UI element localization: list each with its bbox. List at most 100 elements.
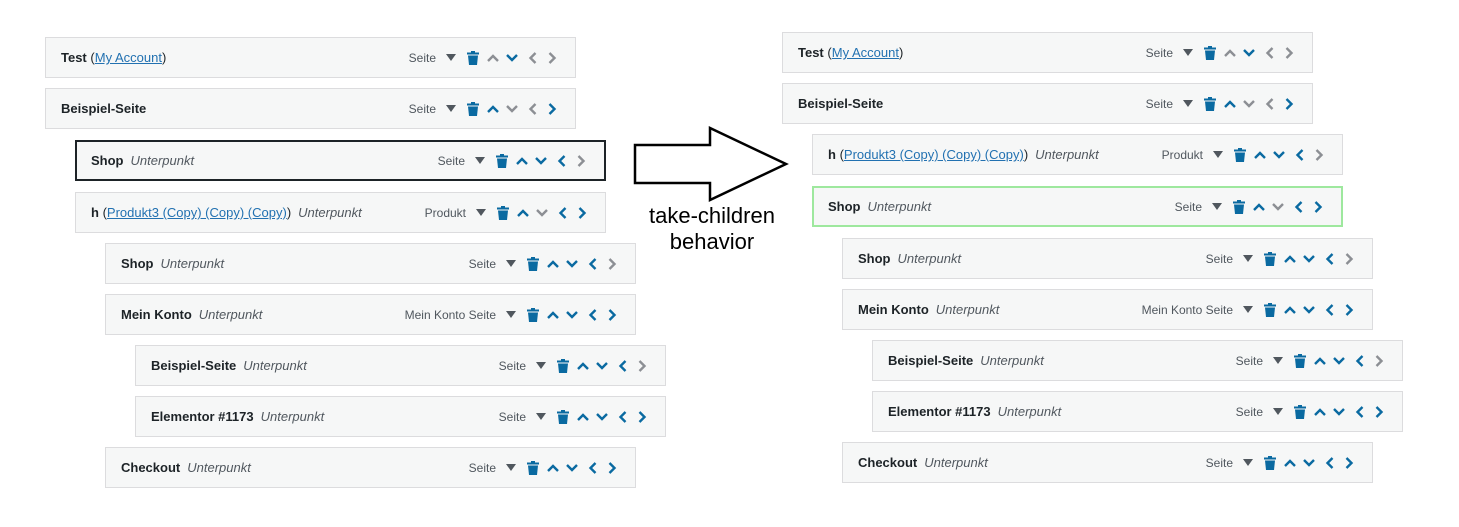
triangle-down-icon[interactable]: [1242, 459, 1254, 466]
trash-icon[interactable]: [1264, 455, 1277, 470]
chevron-down-icon[interactable]: [502, 102, 521, 116]
menu-item-row[interactable]: Beispiel-Seite Unterpunkt Seite: [872, 340, 1403, 381]
chevron-left-icon[interactable]: [1260, 97, 1279, 111]
chevron-right-icon[interactable]: [1308, 200, 1327, 214]
menu-item-row[interactable]: Test (My Account) Seite: [45, 37, 576, 78]
triangle-down-icon[interactable]: [505, 464, 517, 471]
triangle-down-icon[interactable]: [535, 362, 547, 369]
menu-item-row[interactable]: Shop Unterpunkt Seite: [105, 243, 636, 284]
triangle-down-icon[interactable]: [505, 311, 517, 318]
chevron-right-icon[interactable]: [572, 206, 591, 220]
menu-item-row[interactable]: Test (My Account) Seite: [782, 32, 1313, 73]
chevron-right-icon[interactable]: [542, 102, 561, 116]
trash-icon[interactable]: [527, 307, 540, 322]
trash-icon[interactable]: [467, 101, 480, 116]
chevron-down-icon[interactable]: [1329, 405, 1348, 419]
trash-icon[interactable]: [1264, 302, 1277, 317]
menu-item-link[interactable]: Produkt3 (Copy) (Copy) (Copy): [107, 205, 287, 220]
chevron-up-icon[interactable]: [483, 51, 502, 65]
trash-icon[interactable]: [1204, 96, 1217, 111]
chevron-left-icon[interactable]: [613, 410, 632, 424]
chevron-left-icon[interactable]: [1320, 252, 1339, 266]
chevron-down-icon[interactable]: [1299, 303, 1318, 317]
trash-icon[interactable]: [1204, 45, 1217, 60]
chevron-right-icon[interactable]: [542, 51, 561, 65]
chevron-up-icon[interactable]: [573, 410, 592, 424]
chevron-right-icon[interactable]: [632, 410, 651, 424]
chevron-down-icon[interactable]: [1268, 200, 1287, 214]
chevron-up-icon[interactable]: [513, 206, 532, 220]
chevron-up-icon[interactable]: [543, 308, 562, 322]
chevron-right-icon[interactable]: [602, 257, 621, 271]
triangle-down-icon[interactable]: [445, 105, 457, 112]
menu-item-row[interactable]: h (Produkt3 (Copy) (Copy) (Copy)) Unterp…: [75, 192, 606, 233]
chevron-left-icon[interactable]: [1260, 46, 1279, 60]
chevron-down-icon[interactable]: [1239, 97, 1258, 111]
chevron-down-icon[interactable]: [562, 461, 581, 475]
chevron-up-icon[interactable]: [1220, 46, 1239, 60]
triangle-down-icon[interactable]: [1242, 306, 1254, 313]
chevron-left-icon[interactable]: [1320, 303, 1339, 317]
chevron-up-icon[interactable]: [1220, 97, 1239, 111]
trash-icon[interactable]: [496, 153, 509, 168]
trash-icon[interactable]: [1294, 404, 1307, 419]
chevron-right-icon[interactable]: [632, 359, 651, 373]
chevron-right-icon[interactable]: [1279, 46, 1298, 60]
chevron-up-icon[interactable]: [1280, 456, 1299, 470]
triangle-down-icon[interactable]: [1272, 357, 1284, 364]
trash-icon[interactable]: [497, 205, 510, 220]
menu-item-row[interactable]: Checkout Unterpunkt Seite: [842, 442, 1373, 483]
trash-icon[interactable]: [557, 409, 570, 424]
chevron-left-icon[interactable]: [523, 102, 542, 116]
chevron-left-icon[interactable]: [583, 308, 602, 322]
trash-icon[interactable]: [1234, 147, 1247, 162]
chevron-down-icon[interactable]: [531, 154, 550, 168]
chevron-right-icon[interactable]: [602, 308, 621, 322]
chevron-up-icon[interactable]: [512, 154, 531, 168]
chevron-left-icon[interactable]: [1320, 456, 1339, 470]
chevron-left-icon[interactable]: [1290, 148, 1309, 162]
chevron-left-icon[interactable]: [613, 359, 632, 373]
chevron-down-icon[interactable]: [502, 51, 521, 65]
chevron-right-icon[interactable]: [1339, 303, 1358, 317]
chevron-up-icon[interactable]: [543, 461, 562, 475]
chevron-up-icon[interactable]: [543, 257, 562, 271]
triangle-down-icon[interactable]: [1211, 203, 1223, 210]
chevron-down-icon[interactable]: [1299, 456, 1318, 470]
menu-item-link[interactable]: Produkt3 (Copy) (Copy) (Copy): [844, 147, 1024, 162]
menu-item-row[interactable]: Beispiel-Seite Seite: [45, 88, 576, 129]
trash-icon[interactable]: [527, 256, 540, 271]
chevron-left-icon[interactable]: [1350, 405, 1369, 419]
chevron-up-icon[interactable]: [483, 102, 502, 116]
chevron-left-icon[interactable]: [552, 154, 571, 168]
chevron-up-icon[interactable]: [1280, 252, 1299, 266]
chevron-left-icon[interactable]: [523, 51, 542, 65]
chevron-down-icon[interactable]: [562, 257, 581, 271]
chevron-left-icon[interactable]: [1350, 354, 1369, 368]
menu-item-row[interactable]: Beispiel-Seite Seite: [782, 83, 1313, 124]
menu-item-row[interactable]: Mein Konto Unterpunkt Mein Konto Seite: [842, 289, 1373, 330]
triangle-down-icon[interactable]: [475, 209, 487, 216]
trash-icon[interactable]: [1233, 199, 1246, 214]
menu-item-row-selected[interactable]: Shop Unterpunkt Seite: [75, 140, 606, 181]
trash-icon[interactable]: [467, 50, 480, 65]
chevron-left-icon[interactable]: [583, 257, 602, 271]
chevron-up-icon[interactable]: [1249, 200, 1268, 214]
menu-item-link[interactable]: My Account: [832, 45, 899, 60]
triangle-down-icon[interactable]: [505, 260, 517, 267]
chevron-left-icon[interactable]: [553, 206, 572, 220]
chevron-down-icon[interactable]: [532, 206, 551, 220]
menu-item-row[interactable]: Shop Unterpunkt Seite: [842, 238, 1373, 279]
chevron-down-icon[interactable]: [1299, 252, 1318, 266]
chevron-up-icon[interactable]: [1250, 148, 1269, 162]
menu-item-row[interactable]: Elementor #1173 Unterpunkt Seite: [135, 396, 666, 437]
triangle-down-icon[interactable]: [1182, 100, 1194, 107]
chevron-up-icon[interactable]: [1310, 405, 1329, 419]
chevron-right-icon[interactable]: [1339, 456, 1358, 470]
chevron-right-icon[interactable]: [1279, 97, 1298, 111]
trash-icon[interactable]: [557, 358, 570, 373]
chevron-right-icon[interactable]: [1309, 148, 1328, 162]
trash-icon[interactable]: [1294, 353, 1307, 368]
triangle-down-icon[interactable]: [474, 157, 486, 164]
triangle-down-icon[interactable]: [535, 413, 547, 420]
